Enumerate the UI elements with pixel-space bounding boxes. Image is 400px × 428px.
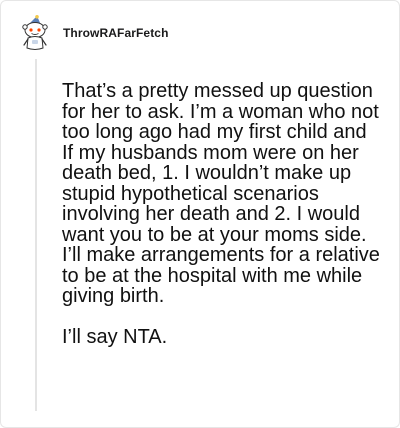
thread-line[interactable] xyxy=(35,59,37,411)
comment-paragraph: I’ll say NTA. xyxy=(62,325,168,348)
reddit-snoo-avatar-icon[interactable] xyxy=(20,15,50,51)
comment-body: That’s a pretty messed up question for h… xyxy=(62,81,380,347)
comment-card: ThrowRAFarFetch That’s a pretty messed u… xyxy=(0,0,400,428)
comment-author-username[interactable]: ThrowRAFarFetch xyxy=(63,26,169,40)
comment-paragraph: That’s a pretty messed up question for h… xyxy=(62,80,380,307)
